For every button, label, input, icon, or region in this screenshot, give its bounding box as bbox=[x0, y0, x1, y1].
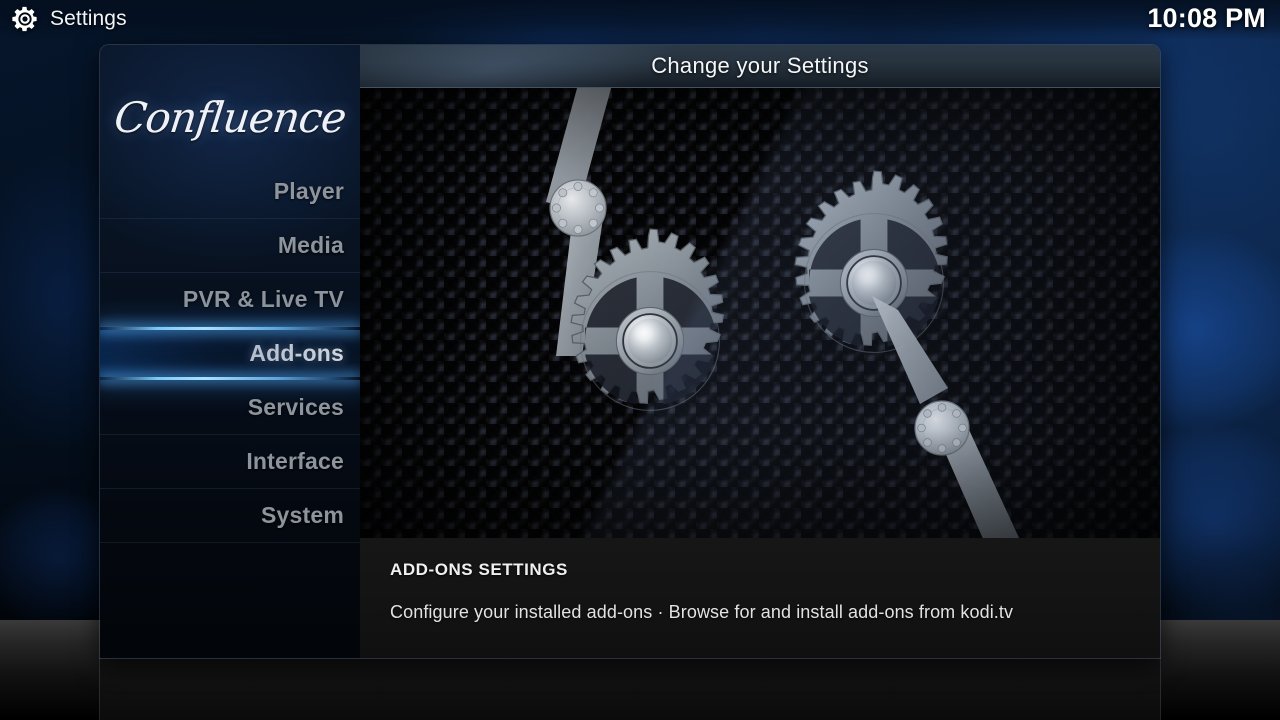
category-hero-image bbox=[360, 88, 1160, 538]
category-info-strip: ADD-ONS SETTINGS Configure your installe… bbox=[360, 538, 1160, 658]
sidebar-item-media[interactable]: Media bbox=[100, 219, 360, 273]
background-panel-peek bbox=[100, 652, 1160, 720]
gears-illustration bbox=[546, 88, 1020, 538]
dialog-title: Change your Settings bbox=[651, 53, 869, 78]
settings-dialog: Confluence Player Media PVR & Live TV Ad… bbox=[100, 45, 1160, 658]
sidebar-item-label: Interface bbox=[246, 448, 344, 474]
pivot-knob-upper bbox=[549, 179, 607, 237]
sidebar-item-label: PVR & Live TV bbox=[182, 286, 344, 312]
sidebar-item-system[interactable]: System bbox=[100, 489, 360, 543]
settings-category-menu[interactable]: Player Media PVR & Live TV Add-ons Servi… bbox=[100, 165, 360, 543]
sidebar-item-pvr-live-tv[interactable]: PVR & Live TV bbox=[100, 273, 360, 327]
sidebar-item-label: System bbox=[260, 502, 344, 528]
settings-main-panel: Change your Settings ADD-ONS SETTINGS Co… bbox=[360, 45, 1160, 658]
settings-sidebar: Confluence Player Media PVR & Live TV Ad… bbox=[100, 45, 360, 658]
sidebar-item-label: Player bbox=[273, 178, 344, 204]
selection-glow-top bbox=[100, 327, 360, 330]
sidebar-item-services[interactable]: Services bbox=[100, 381, 360, 435]
gear-right bbox=[794, 170, 948, 354]
skin-logo: Confluence bbox=[111, 93, 349, 142]
pivot-knob-lower bbox=[914, 400, 970, 456]
info-description: Configure your installed add-ons · Brows… bbox=[390, 602, 1014, 622]
sidebar-item-label: Services bbox=[247, 394, 344, 420]
kodi-settings-screen: Confluence Player Media PVR & Live TV Ad… bbox=[0, 0, 1280, 720]
info-heading: ADD-ONS SETTINGS bbox=[390, 560, 568, 579]
sidebar-item-add-ons[interactable]: Add-ons bbox=[100, 327, 360, 381]
selection-highlight bbox=[100, 327, 360, 380]
sidebar-item-label: Media bbox=[277, 232, 344, 258]
sidebar-item-player[interactable]: Player bbox=[100, 165, 360, 219]
selection-glow-bottom bbox=[100, 377, 360, 380]
sidebar-item-interface[interactable]: Interface bbox=[100, 435, 360, 489]
dialog-titlebar: Change your Settings bbox=[360, 45, 1160, 88]
